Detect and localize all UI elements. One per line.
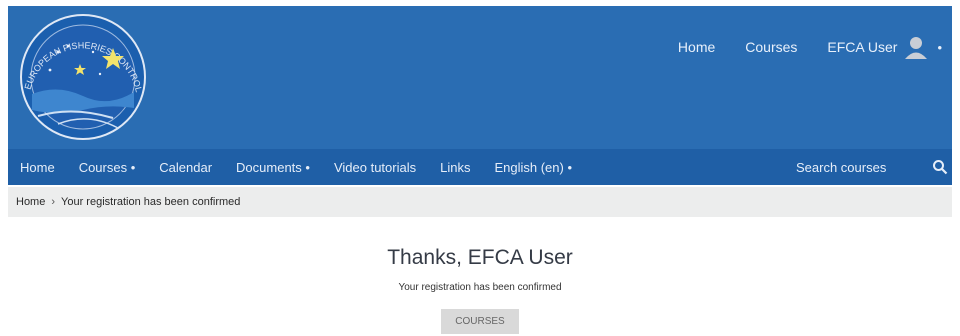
top-nav-courses[interactable]: Courses — [745, 39, 797, 55]
user-name: EFCA User — [827, 39, 898, 55]
breadcrumb-current: Your registration has been confirmed — [61, 196, 241, 208]
page-title: Thanks, EFCA User — [387, 246, 573, 269]
user-menu-caret-icon: • — [937, 39, 942, 55]
nav-item-documents[interactable]: Documents • — [224, 160, 322, 175]
site-header: EUROPEAN FISHERIES CONTROL AGENCY Home C… — [8, 6, 952, 149]
breadcrumb-home[interactable]: Home — [16, 196, 45, 208]
nav-item-calendar[interactable]: Calendar — [147, 160, 224, 175]
search-input[interactable] — [786, 158, 918, 176]
user-menu[interactable]: EFCA User • — [827, 34, 942, 60]
confirmation-message: Your registration has been confirmed — [398, 282, 562, 293]
nav-item-home[interactable]: Home — [8, 160, 67, 175]
top-nav: Home Courses EFCA User • — [648, 34, 942, 60]
efca-logo[interactable]: EUROPEAN FISHERIES CONTROL AGENCY — [18, 12, 148, 142]
breadcrumb-separator: › — [51, 196, 56, 208]
top-nav-home[interactable]: Home — [678, 39, 715, 55]
main-nav: Home Courses • Calendar Documents • Vide… — [8, 149, 952, 185]
avatar-icon — [905, 37, 928, 59]
nav-item-video-tutorials[interactable]: Video tutorials — [322, 160, 428, 175]
page-frame: EUROPEAN FISHERIES CONTROL AGENCY Home C… — [8, 6, 952, 218]
search-courses — [786, 149, 952, 185]
nav-item-links[interactable]: Links — [428, 160, 482, 175]
nav-item-courses[interactable]: Courses • — [67, 160, 148, 175]
main-content: Thanks, EFCA User Your registration has … — [0, 240, 960, 334]
search-icon[interactable] — [932, 159, 948, 175]
nav-item-language[interactable]: English ‎(en)‎ • — [482, 160, 584, 175]
courses-button[interactable]: COURSES — [441, 309, 519, 334]
breadcrumb: Home › Your registration has been confir… — [8, 187, 952, 217]
